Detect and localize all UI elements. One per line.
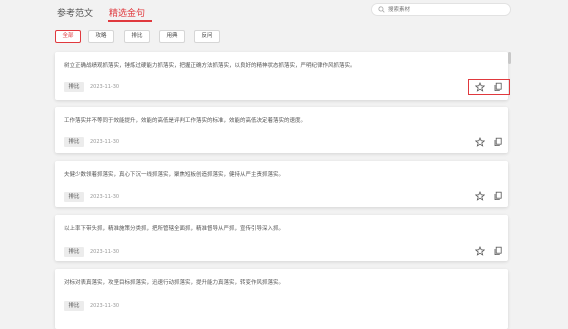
copy-icon: [494, 191, 502, 200]
copy-button[interactable]: [493, 191, 503, 201]
quote-date: 2023-11-30: [90, 194, 120, 200]
filter-all[interactable]: 全部: [55, 30, 81, 43]
quote-date: 2023-11-30: [90, 303, 120, 309]
actions-highlight-box: [468, 79, 510, 95]
filter-strategy[interactable]: 攻略: [88, 30, 114, 43]
quote-card: 对标对表真落实，攻坚目标抓落实，迅速行动抓落实，提升能力真落实，转变作风抓落实。…: [55, 269, 508, 329]
quote-text: 以上率下带头抓，精准施策分类抓，把所管辖全面抓，精准督导从严抓，宣传引导深入抓。: [64, 226, 285, 232]
quote-card: 夫健少数领着抓落实，真心下沉一线抓落实，聚焦短板创造抓落实，健持从严主责抓落实。…: [55, 161, 508, 207]
copy-button[interactable]: [493, 246, 503, 256]
tab-selected-quotes[interactable]: 精选金句: [109, 6, 145, 19]
filter-rhetorical-question[interactable]: 反问: [194, 30, 220, 43]
favorite-button[interactable]: [475, 246, 485, 256]
quote-text: 夫健少数领着抓落实，真心下沉一线抓落实，聚焦短板创造抓落实，健持从严主责抓落实。: [64, 172, 285, 178]
scrollbar-thumb[interactable]: [508, 52, 511, 64]
search-icon: [378, 6, 385, 13]
quote-tag: 排比: [64, 192, 84, 202]
quote-card: 工作落实并不等同于效能提升，效能的高低是评判工作落实的标准，效能的高低决定着落实…: [55, 107, 508, 153]
star-icon: [475, 137, 485, 147]
filter-allusion[interactable]: 用典: [159, 30, 185, 43]
quote-tag: 排比: [64, 82, 84, 92]
quote-card: 以上率下带头抓，精准施策分类抓，把所管辖全面抓，精准督导从严抓，宣传引导深入抓。…: [55, 215, 508, 261]
quote-text: 工作落实并不等同于效能提升，效能的高低是评判工作落实的标准，效能的高低决定着落实…: [64, 118, 307, 124]
quote-date: 2023-11-30: [90, 249, 120, 255]
search-input[interactable]: [388, 4, 506, 15]
favorite-button[interactable]: [475, 137, 485, 147]
scrollbar[interactable]: [508, 52, 511, 320]
filter-parallelism[interactable]: 排比: [124, 30, 150, 43]
copy-icon: [494, 246, 502, 255]
star-icon: [475, 191, 485, 201]
tab-reference-essays[interactable]: 参考范文: [57, 6, 93, 19]
quote-tag: 排比: [64, 301, 84, 311]
active-tab-underline: [108, 20, 152, 22]
quote-tag: 排比: [64, 247, 84, 257]
copy-button[interactable]: [493, 137, 503, 147]
quote-text: 对标对表真落实，攻坚目标抓落实，迅速行动抓落实，提升能力真落实，转变作风抓落实。: [64, 280, 285, 286]
quote-date: 2023-11-30: [90, 84, 120, 90]
quote-card: 树立正确战绩观抓落实，锤炼过硬能力抓落实，把握正确方法抓落实，以良好的精神状态抓…: [55, 52, 508, 100]
star-icon: [475, 246, 485, 256]
search-box[interactable]: [371, 3, 511, 16]
quote-tag: 排比: [64, 137, 84, 147]
quote-date: 2023-11-30: [90, 139, 120, 145]
filter-bar: 全部 攻略 排比 用典 反问: [0, 30, 568, 43]
favorite-button[interactable]: [475, 191, 485, 201]
quote-text: 树立正确战绩观抓落实，锤炼过硬能力抓落实，把握正确方法抓落实，以良好的精神状态抓…: [64, 63, 356, 69]
copy-icon: [494, 137, 502, 146]
